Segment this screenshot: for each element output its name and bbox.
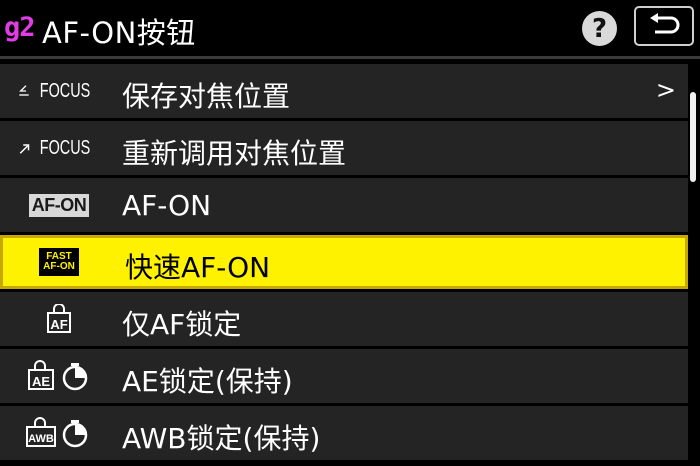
menu-item-ae-lock-hold[interactable]: AE AE锁定(保持) [0, 349, 688, 403]
save-arrow-icon [19, 85, 29, 96]
menu-item-af-on[interactable]: AF-ON AF-ON [0, 178, 688, 232]
fast-af-on-badge: FAST AF-ON [39, 248, 79, 276]
camera-menu-screen: g2 AF-ON按钮 ? FOCUS 保存对焦位置 > FOCUS 重新调用对焦… [0, 0, 700, 466]
menu-item-label: AWB锁定(保持) [122, 422, 321, 455]
menu-item-label: AF-ON [122, 189, 212, 222]
menu-item-label: 仅AF锁定 [122, 308, 242, 341]
af-text: AF [50, 317, 67, 332]
menu-item-label: AE锁定(保持) [122, 365, 293, 398]
lock-icon: AF [47, 304, 71, 333]
fast-af-on-icon: FAST AF-ON [18, 235, 100, 289]
recall-focus-position-icon: FOCUS [18, 121, 100, 175]
chevron-right-icon: > [655, 76, 676, 104]
menu-item-label: 重新调用对焦位置 [122, 137, 347, 170]
af-on-icon: AF-ON [18, 178, 100, 232]
page-title: AF-ON按钮 [42, 16, 196, 50]
menu-code: g2 [4, 12, 36, 43]
focus-text: FOCUS [39, 136, 91, 159]
af-on-badge: AF-ON [28, 193, 90, 217]
menu-item-label: 快速AF-ON [125, 251, 271, 284]
ae-lock-hold-icon: AE [18, 349, 100, 403]
menu-item-fast-af-on[interactable]: FAST AF-ON 快速AF-ON [0, 235, 688, 289]
help-button[interactable]: ? [582, 11, 617, 46]
menu-item-af-lock-only[interactable]: AF 仅AF锁定 [0, 292, 688, 346]
awb-lock-timer-icon: AWB [26, 417, 88, 448]
af-lock-icon: AF [18, 292, 100, 346]
help-icon: ? [591, 13, 608, 44]
menu-header: g2 AF-ON按钮 ? [0, 0, 700, 56]
awb-lock-hold-icon: AWB [18, 406, 100, 460]
save-focus-position-icon: FOCUS [18, 64, 100, 118]
menu-item-awb-lock-hold[interactable]: AWB AWB锁定(保持) [0, 406, 688, 460]
menu-item-save-focus-position[interactable]: FOCUS 保存对焦位置 > [0, 64, 688, 118]
recall-arrow-icon [19, 144, 30, 154]
header-divider [0, 56, 700, 59]
menu-item-recall-focus-position[interactable]: FOCUS 重新调用对焦位置 [0, 121, 688, 175]
back-button[interactable] [634, 6, 694, 46]
af-on-text: AF-ON [43, 261, 75, 272]
scrollbar[interactable] [690, 92, 696, 182]
ae-lock-timer-icon: AE [28, 360, 88, 391]
awb-text: AWB [28, 433, 54, 445]
focus-text: FOCUS [39, 79, 91, 102]
menu-item-label: 保存对焦位置 [122, 80, 291, 113]
ae-text: AE [32, 374, 50, 389]
return-arrow-icon [650, 13, 680, 34]
